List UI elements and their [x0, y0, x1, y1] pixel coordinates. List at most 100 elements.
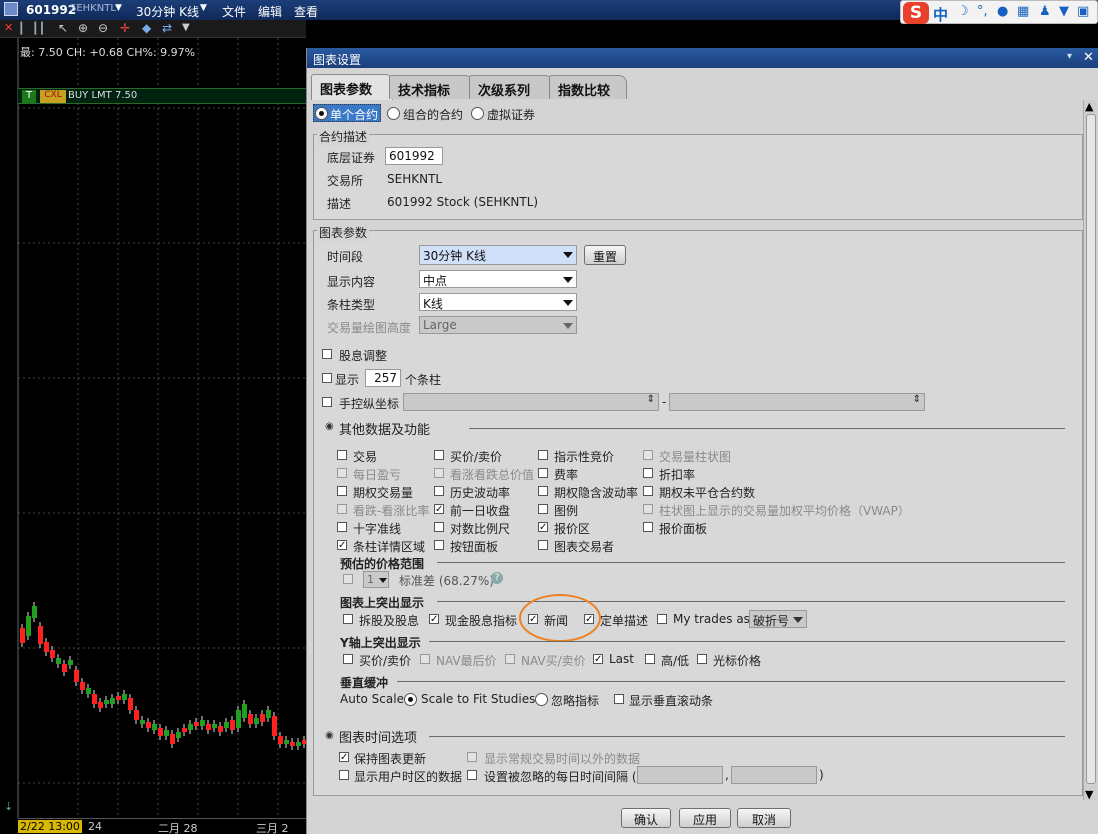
- other-option-checkbox[interactable]: [538, 468, 548, 478]
- interval-start-field[interactable]: [637, 766, 723, 784]
- yaxis-checkbox[interactable]: [645, 654, 655, 664]
- other-option-checkbox[interactable]: [538, 540, 548, 550]
- symbol-label[interactable]: 601992: [26, 3, 76, 17]
- menu-file[interactable]: 文件: [222, 3, 246, 20]
- dividend-checkbox[interactable]: [322, 349, 332, 359]
- yaxis-checkbox[interactable]: [505, 654, 515, 664]
- interval-end-field[interactable]: [731, 766, 817, 784]
- tab-secondary-series[interactable]: 次级系列: [469, 75, 553, 99]
- other-option-checkbox[interactable]: [434, 450, 444, 460]
- manual-axis-checkbox[interactable]: [322, 397, 332, 407]
- bar-count-field[interactable]: 257: [365, 369, 401, 387]
- scroll-down-icon[interactable]: ▼: [1085, 788, 1093, 801]
- dialog-scrollbar[interactable]: ▲ ▼: [1083, 100, 1097, 801]
- other-option-checkbox[interactable]: [643, 522, 653, 532]
- underlying-field[interactable]: 601992: [385, 147, 443, 165]
- spinner-icon[interactable]: ⇕: [913, 394, 921, 405]
- crosshair-icon[interactable]: ✛: [120, 21, 130, 35]
- dialog-menu-icon[interactable]: ▾: [1067, 51, 1072, 62]
- keyboard-icon[interactable]: ▦: [1017, 4, 1029, 19]
- apply-button[interactable]: 应用: [679, 808, 731, 828]
- price-chart[interactable]: 最: 7.50 CH: +0.68 CH%: 9.97% T CXL BUY L…: [0, 38, 306, 834]
- info-icon[interactable]: ?: [491, 572, 503, 584]
- vscroll-checkbox[interactable]: [614, 694, 624, 704]
- axis-max-field[interactable]: ⇕: [669, 393, 925, 411]
- close-icon[interactable]: ✕: [1083, 50, 1094, 65]
- radio-virtual-security[interactable]: [471, 107, 484, 120]
- period-select[interactable]: 30分钟 K线: [419, 245, 577, 265]
- radio-combo-contract[interactable]: [387, 107, 400, 120]
- other-option-checkbox[interactable]: [643, 504, 653, 514]
- cancel-button[interactable]: 取消: [737, 808, 791, 828]
- scroll-up-icon[interactable]: ▲: [1085, 100, 1093, 113]
- other-option-checkbox[interactable]: [337, 450, 347, 460]
- yaxis-checkbox[interactable]: [697, 654, 707, 664]
- chevron-down-icon[interactable]: ▼: [200, 3, 207, 13]
- user-icon[interactable]: ♟: [1039, 4, 1051, 19]
- yaxis-checkbox[interactable]: [420, 654, 430, 664]
- other-option-checkbox[interactable]: [434, 486, 444, 496]
- content-select[interactable]: 中点: [419, 270, 577, 288]
- show-outside-checkbox[interactable]: [467, 752, 477, 762]
- spinner-icon[interactable]: ⇕: [647, 394, 655, 405]
- chevron-down-icon[interactable]: ▼: [182, 22, 190, 33]
- other-option-checkbox[interactable]: [434, 540, 444, 550]
- other-option-checkbox[interactable]: [538, 450, 548, 460]
- other-option-checkbox[interactable]: [337, 504, 347, 514]
- ignored-interval-checkbox[interactable]: [467, 770, 477, 780]
- punctuation-icon[interactable]: °,: [977, 4, 988, 19]
- radio-ignore-indicators[interactable]: [535, 693, 548, 706]
- cursor-icon[interactable]: ↖: [58, 21, 68, 35]
- highlight-checkbox[interactable]: [657, 614, 667, 624]
- other-option-checkbox[interactable]: [434, 522, 444, 532]
- timeframe-menu[interactable]: 30分钟 K线: [136, 3, 199, 20]
- other-option-checkbox[interactable]: [643, 450, 653, 460]
- split-icon[interactable]: ◆: [142, 21, 151, 35]
- sogou-logo-icon[interactable]: S: [903, 2, 929, 24]
- order-line[interactable]: T CXL BUY LMT 7.50: [18, 88, 306, 104]
- tab-index-compare[interactable]: 指数比较: [549, 75, 627, 99]
- scrollbar-thumb[interactable]: [1086, 114, 1096, 784]
- chevron-down-icon[interactable]: ▼: [115, 3, 122, 13]
- candle-icon[interactable]: ┃: [18, 22, 25, 35]
- scroll-icon[interactable]: ⇄: [162, 21, 172, 35]
- scroll-handle-icon[interactable]: ⇣: [4, 800, 13, 813]
- highlight-checkbox[interactable]: ✓: [429, 614, 439, 625]
- ok-button[interactable]: 确认: [621, 808, 671, 828]
- std-dev-select[interactable]: 1: [363, 571, 389, 588]
- other-option-checkbox[interactable]: ✓: [538, 522, 548, 533]
- other-option-checkbox[interactable]: [337, 468, 347, 478]
- radio-scale-fit[interactable]: [404, 693, 417, 706]
- collapse-icon[interactable]: ◉: [325, 421, 334, 432]
- other-option-checkbox[interactable]: ✓: [434, 504, 444, 515]
- show-bars-checkbox[interactable]: [322, 373, 332, 383]
- bar-chart-icon[interactable]: ┃┃: [32, 22, 45, 35]
- radio-single-contract[interactable]: [315, 107, 328, 120]
- price-range-checkbox[interactable]: [343, 574, 353, 584]
- moon-icon[interactable]: ☽: [957, 4, 969, 19]
- other-option-checkbox[interactable]: [643, 486, 653, 496]
- highlight-checkbox[interactable]: [343, 614, 353, 624]
- dialog-titlebar[interactable]: 图表设置 ▾ ✕: [307, 48, 1098, 68]
- bar-type-select[interactable]: K线: [419, 293, 577, 311]
- yaxis-checkbox[interactable]: ✓: [593, 654, 603, 665]
- microphone-icon[interactable]: ●: [997, 4, 1008, 19]
- ime-chinese-mode[interactable]: 中: [933, 4, 948, 25]
- transmit-button[interactable]: T: [22, 90, 36, 103]
- tab-chart-params[interactable]: 图表参数: [311, 74, 393, 100]
- reset-button[interactable]: 重置: [584, 245, 626, 265]
- other-option-checkbox[interactable]: [434, 468, 444, 478]
- zoom-in-icon[interactable]: ⊕: [78, 21, 88, 35]
- close-icon[interactable]: ✕: [4, 21, 13, 34]
- yaxis-checkbox[interactable]: [343, 654, 353, 664]
- other-option-checkbox[interactable]: ✓: [337, 540, 347, 551]
- volume-height-select[interactable]: Large: [419, 316, 577, 334]
- menu-view[interactable]: 查看: [294, 3, 318, 20]
- other-option-checkbox[interactable]: [337, 486, 347, 496]
- other-option-checkbox[interactable]: [337, 522, 347, 532]
- tab-indicators[interactable]: 技术指标: [389, 75, 473, 99]
- cancel-order-button[interactable]: CXL: [40, 90, 66, 103]
- axis-min-field[interactable]: ⇕: [403, 393, 659, 411]
- shirt-icon[interactable]: ▼: [1059, 4, 1069, 19]
- other-option-checkbox[interactable]: [538, 504, 548, 514]
